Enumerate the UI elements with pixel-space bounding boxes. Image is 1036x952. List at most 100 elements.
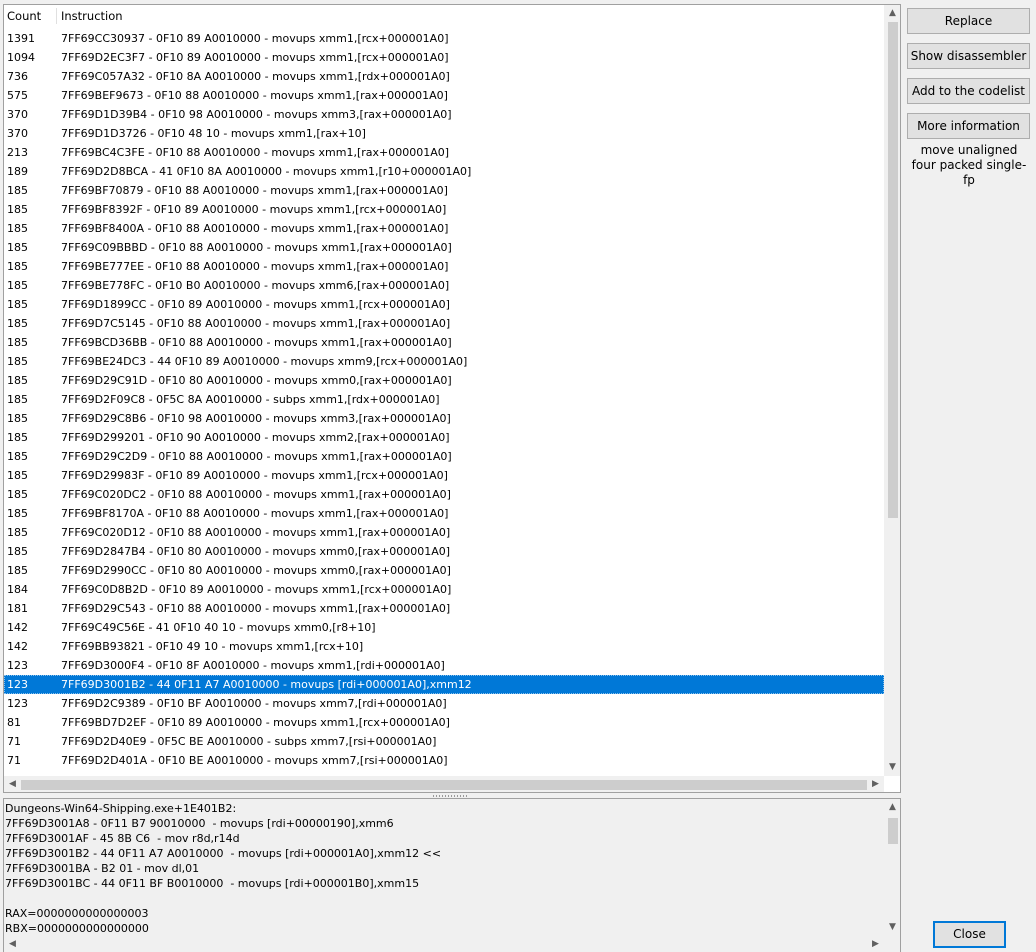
table-row-selected[interactable]: 123 7FF69D3001B2 - 44 0F11 A7 A0010000 - … bbox=[4, 675, 884, 694]
table-row[interactable]: 1094 7FF69D2EC3F7 - 0F10 89 A0010000 - mo… bbox=[4, 48, 884, 67]
row-count: 71 bbox=[7, 735, 21, 748]
table-row[interactable]: 185 7FF69D2847B4 - 0F10 80 A0010000 - mov… bbox=[4, 542, 884, 561]
scroll-thumb-horizontal[interactable] bbox=[21, 780, 867, 790]
detail-line: 7FF69D3001B2 - 44 0F11 A7 A0010000 - mov… bbox=[5, 847, 442, 860]
table-row[interactable]: 575 7FF69BEF9673 - 0F10 88 A0010000 - mov… bbox=[4, 86, 884, 105]
row-count: 185 bbox=[7, 203, 28, 216]
row-instruction: 7FF69D1899CC - 0F10 89 A0010000 - movups… bbox=[61, 298, 450, 311]
row-count: 123 bbox=[7, 678, 28, 691]
table-row[interactable]: 185 7FF69C09BBBD - 0F10 88 A0010000 - mov… bbox=[4, 238, 884, 257]
close-button[interactable]: Close bbox=[933, 921, 1006, 948]
row-instruction: 7FF69D1D3726 - 0F10 48 10 - movups xmm1,… bbox=[61, 127, 366, 140]
table-row[interactable]: 185 7FF69D29C8B6 - 0F10 98 A0010000 - mov… bbox=[4, 409, 884, 428]
scroll-down-icon[interactable]: ▼ bbox=[884, 759, 900, 776]
table-row[interactable]: 142 7FF69BB93821 - 0F10 49 10 - movups xm… bbox=[4, 637, 884, 656]
table-row[interactable]: 370 7FF69D1D3726 - 0F10 48 10 - movups xm… bbox=[4, 124, 884, 143]
table-row[interactable]: 71 7FF69D2D401A - 0F10 BE A0010000 - movu… bbox=[4, 751, 884, 770]
table-row[interactable]: 185 7FF69BE778FC - 0F10 B0 A0010000 - mov… bbox=[4, 276, 884, 295]
table-row[interactable]: 185 7FF69BCD36BB - 0F10 88 A0010000 - mov… bbox=[4, 333, 884, 352]
detail-horizontal-scrollbar[interactable]: ◀ ▶ bbox=[4, 936, 884, 952]
scroll-right-icon[interactable]: ▶ bbox=[867, 776, 884, 792]
table-row[interactable]: 185 7FF69D29C2D9 - 0F10 88 A0010000 - mov… bbox=[4, 447, 884, 466]
row-instruction: 7FF69D2D401A - 0F10 BE A0010000 - movups… bbox=[61, 754, 448, 767]
row-count: 185 bbox=[7, 507, 28, 520]
scroll-thumb[interactable] bbox=[888, 22, 898, 518]
row-count: 185 bbox=[7, 355, 28, 368]
table-row[interactable]: 123 7FF69D3000F4 - 0F10 8F A0010000 - mov… bbox=[4, 656, 884, 675]
table-row[interactable]: 185 7FF69BF8400A - 0F10 88 A0010000 - mov… bbox=[4, 219, 884, 238]
table-row[interactable]: 185 7FF69C020D12 - 0F10 88 A0010000 - mov… bbox=[4, 523, 884, 542]
list-vertical-scrollbar[interactable]: ▲ ▼ bbox=[884, 5, 900, 776]
table-row[interactable]: 185 7FF69BE777EE - 0F10 88 A0010000 - mov… bbox=[4, 257, 884, 276]
row-instruction: 7FF69D2F09C8 - 0F5C 8A A0010000 - subps … bbox=[61, 393, 440, 406]
table-row[interactable]: 184 7FF69C0D8B2D - 0F10 89 A0010000 - mov… bbox=[4, 580, 884, 599]
table-row[interactable]: 181 7FF69D29C543 - 0F10 88 A0010000 - mov… bbox=[4, 599, 884, 618]
scroll-down-icon[interactable]: ▼ bbox=[884, 919, 900, 936]
scroll-left-icon[interactable]: ◀ bbox=[4, 776, 21, 792]
table-row[interactable]: 185 7FF69D1899CC - 0F10 89 A0010000 - mov… bbox=[4, 295, 884, 314]
more-information-button[interactable]: More information bbox=[907, 113, 1030, 139]
splitter-grip-icon[interactable] bbox=[433, 795, 467, 797]
column-separator[interactable] bbox=[56, 8, 57, 24]
table-row[interactable]: 1391 7FF69CC30937 - 0F10 89 A0010000 - mo… bbox=[4, 29, 884, 48]
table-row[interactable]: 185 7FF69D299201 - 0F10 90 A0010000 - mov… bbox=[4, 428, 884, 447]
table-row[interactable]: 185 7FF69BE24DC3 - 44 0F10 89 A0010000 - … bbox=[4, 352, 884, 371]
row-instruction: 7FF69D29C543 - 0F10 88 A0010000 - movups… bbox=[61, 602, 451, 615]
row-instruction: 7FF69BC4C3FE - 0F10 88 A0010000 - movups… bbox=[61, 146, 450, 159]
detail-text-panel[interactable]: Dungeons-Win64-Shipping.exe+1E401B2: 7FF6… bbox=[3, 798, 901, 952]
table-row[interactable]: 142 7FF69C49C56E - 41 0F10 40 10 - movups… bbox=[4, 618, 884, 637]
row-count: 185 bbox=[7, 374, 28, 387]
table-row[interactable]: 185 7FF69D7C5145 - 0F10 88 A0010000 - mov… bbox=[4, 314, 884, 333]
column-header-instruction[interactable]: Instruction bbox=[61, 9, 123, 23]
add-to-codelist-button[interactable]: Add to the codelist bbox=[907, 78, 1030, 104]
row-count: 185 bbox=[7, 431, 28, 444]
show-disassembler-button[interactable]: Show disassembler bbox=[907, 43, 1030, 69]
row-instruction: 7FF69D2EC3F7 - 0F10 89 A0010000 - movups… bbox=[61, 51, 449, 64]
scroll-up-icon[interactable]: ▲ bbox=[884, 5, 900, 22]
list-rows: 1391 7FF69CC30937 - 0F10 89 A0010000 - mo… bbox=[4, 29, 884, 770]
row-instruction: 7FF69BD7D2EF - 0F10 89 A0010000 - movups… bbox=[61, 716, 450, 729]
row-count: 1094 bbox=[7, 51, 35, 64]
row-count: 185 bbox=[7, 469, 28, 482]
row-count: 185 bbox=[7, 317, 28, 330]
detail-vertical-scrollbar[interactable]: ▲ ▼ bbox=[884, 799, 900, 936]
detail-line: Dungeons-Win64-Shipping.exe+1E401B2: bbox=[5, 802, 237, 815]
instruction-list[interactable]: Count Instruction 1391 7FF69CC30937 - 0F1… bbox=[3, 4, 901, 793]
column-header-count[interactable]: Count bbox=[7, 9, 41, 23]
scroll-left-icon[interactable]: ◀ bbox=[4, 936, 21, 952]
table-row[interactable]: 81 7FF69BD7D2EF - 0F10 89 A0010000 - movu… bbox=[4, 713, 884, 732]
row-instruction: 7FF69BF8392F - 0F10 89 A0010000 - movups… bbox=[61, 203, 447, 216]
table-row[interactable]: 213 7FF69BC4C3FE - 0F10 88 A0010000 - mov… bbox=[4, 143, 884, 162]
replace-button[interactable]: Replace bbox=[907, 8, 1030, 34]
row-count: 185 bbox=[7, 279, 28, 292]
table-row[interactable]: 370 7FF69D1D39B4 - 0F10 98 A0010000 - mov… bbox=[4, 105, 884, 124]
scroll-up-icon[interactable]: ▲ bbox=[884, 799, 900, 816]
row-count: 71 bbox=[7, 754, 21, 767]
table-row[interactable]: 185 7FF69BF70879 - 0F10 88 A0010000 - mov… bbox=[4, 181, 884, 200]
table-row[interactable]: 185 7FF69BF8170A - 0F10 88 A0010000 - mov… bbox=[4, 504, 884, 523]
scroll-right-icon[interactable]: ▶ bbox=[867, 936, 884, 952]
table-row[interactable]: 185 7FF69C020DC2 - 0F10 88 A0010000 - mov… bbox=[4, 485, 884, 504]
row-count: 185 bbox=[7, 241, 28, 254]
row-count: 370 bbox=[7, 127, 28, 140]
table-row[interactable]: 185 7FF69D2F09C8 - 0F5C 8A A0010000 - sub… bbox=[4, 390, 884, 409]
table-row[interactable]: 185 7FF69D29C91D - 0F10 80 A0010000 - mov… bbox=[4, 371, 884, 390]
table-row[interactable]: 71 7FF69D2D40E9 - 0F5C BE A0010000 - subp… bbox=[4, 732, 884, 751]
scroll-thumb[interactable] bbox=[888, 818, 898, 844]
row-instruction: 7FF69D2847B4 - 0F10 80 A0010000 - movups… bbox=[61, 545, 451, 558]
list-horizontal-scrollbar[interactable]: ◀ ▶ bbox=[4, 776, 884, 792]
table-row[interactable]: 185 7FF69BF8392F - 0F10 89 A0010000 - mov… bbox=[4, 200, 884, 219]
row-count: 181 bbox=[7, 602, 28, 615]
detail-line: RAX=0000000000000003 bbox=[5, 907, 149, 920]
detail-line: 7FF69D3001AF - 45 8B C6 - mov r8d,r14d bbox=[5, 832, 240, 845]
table-row[interactable]: 123 7FF69D2C9389 - 0F10 BF A0010000 - mov… bbox=[4, 694, 884, 713]
row-instruction: 7FF69D2C9389 - 0F10 BF A0010000 - movups… bbox=[61, 697, 447, 710]
row-instruction: 7FF69D3000F4 - 0F10 8F A0010000 - movups… bbox=[61, 659, 445, 672]
table-row[interactable]: 736 7FF69C057A32 - 0F10 8A A0010000 - mov… bbox=[4, 67, 884, 86]
row-instruction: 7FF69BF70879 - 0F10 88 A0010000 - movups… bbox=[61, 184, 448, 197]
table-row[interactable]: 185 7FF69D29983F - 0F10 89 A0010000 - mov… bbox=[4, 466, 884, 485]
row-count: 142 bbox=[7, 621, 28, 634]
table-row[interactable]: 185 7FF69D2990CC - 0F10 80 A0010000 - mov… bbox=[4, 561, 884, 580]
row-instruction: 7FF69BCD36BB - 0F10 88 A0010000 - movups… bbox=[61, 336, 452, 349]
table-row[interactable]: 189 7FF69D2D8BCA - 41 0F10 8A A0010000 - … bbox=[4, 162, 884, 181]
